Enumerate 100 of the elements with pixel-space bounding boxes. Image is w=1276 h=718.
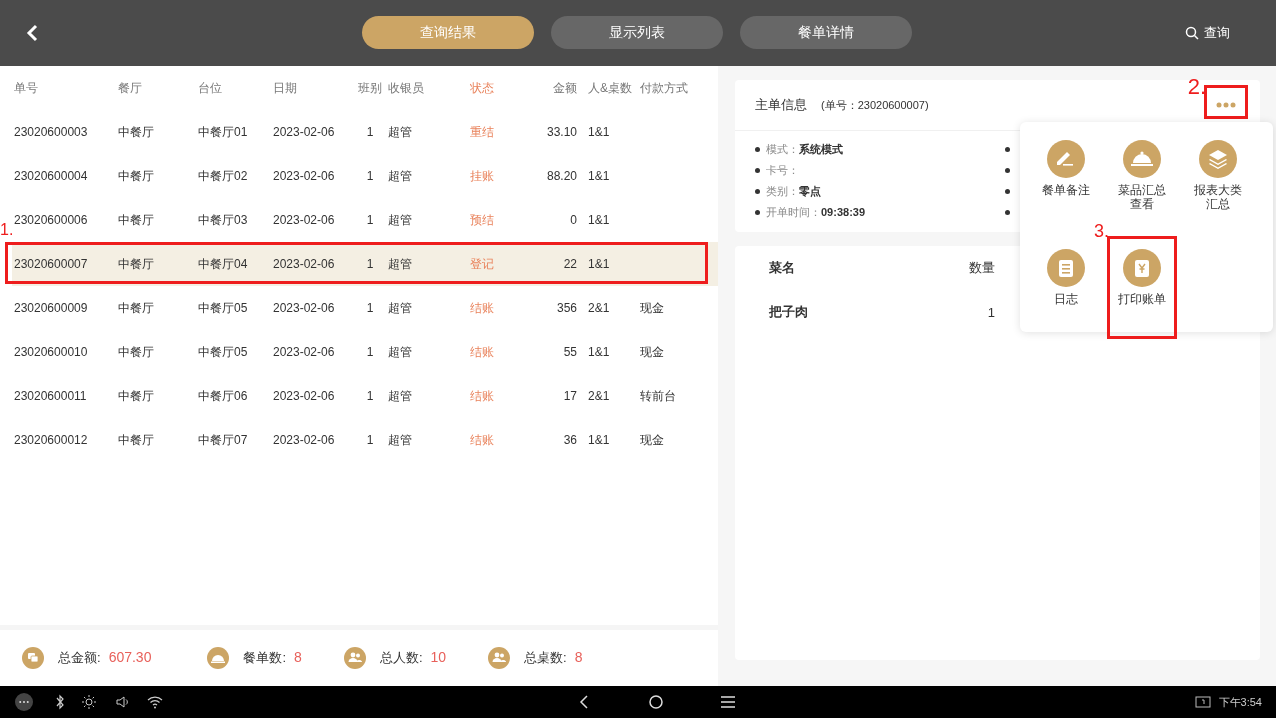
- table-row[interactable]: 23020600012 中餐厅 中餐厅07 2023-02-06 1 超管 结账 36 1&1 现金: [12, 418, 718, 462]
- annotation-number: 3.: [1094, 220, 1109, 242]
- table-cell-text: 23020600011: [14, 389, 88, 403]
- table-cell-text: 1: [365, 257, 375, 271]
- column-header: 人&桌数: [587, 79, 633, 97]
- summary-label: 餐单数: 8: [243, 649, 302, 667]
- table-cell-text: 现金: [640, 343, 665, 361]
- menu-item[interactable]: 打印账单: [1114, 242, 1170, 332]
- table-cell-text: 超管: [388, 299, 413, 317]
- bluetooth-icon[interactable]: [54, 693, 66, 711]
- menu-item[interactable]: 报表大类汇总: [1190, 134, 1246, 237]
- table-cell-text: 中餐厅: [118, 387, 155, 405]
- table-cell-text: 中餐厅06: [198, 387, 249, 405]
- table-cell-text: 结账: [470, 431, 495, 449]
- table-cell-text: 超管: [388, 431, 413, 449]
- summary-icon: [22, 647, 44, 669]
- annotation-number: 1.: [0, 221, 11, 239]
- table-cell-text: 2&1: [587, 389, 611, 403]
- column-header: 菜名: [769, 259, 796, 277]
- table-cell-text: 33.10: [545, 125, 577, 139]
- clock: 下午3:54: [1218, 694, 1262, 710]
- column-header: 付款方式: [640, 79, 689, 97]
- table-cell-text: 中餐厅: [118, 255, 155, 273]
- table-cell-text: 2&1: [587, 301, 611, 315]
- table-cell-text: 55: [562, 345, 577, 359]
- table-cell-text: 挂账: [470, 167, 495, 185]
- table-cell-text: 23020600012: [14, 433, 89, 447]
- pencil-icon: [1047, 140, 1085, 178]
- column-header: 日期: [273, 79, 298, 97]
- list-bullet: [1005, 168, 1010, 173]
- screen-icon[interactable]: [1194, 693, 1211, 711]
- menu-item[interactable]: 餐单备注: [1038, 134, 1094, 237]
- menu-item[interactable]: 日志: [1038, 242, 1094, 332]
- table-cell-text: 中餐厅: [118, 123, 155, 141]
- column-header: 台位: [198, 79, 223, 97]
- table-cell-text: 2023-02-06: [273, 433, 336, 447]
- table-cell-text: 中餐厅05: [198, 343, 249, 361]
- table-cell-text: 登记: [470, 255, 495, 273]
- more-icon[interactable]: [12, 693, 36, 711]
- table-cell-text: 1: [365, 301, 375, 315]
- annotation-number: 2.: [1187, 74, 1206, 100]
- table-cell-text: 2023-02-06: [273, 169, 336, 183]
- table-cell-text: 中餐厅01: [198, 123, 249, 141]
- list-bullet: [1005, 210, 1010, 215]
- table-cell-text: 转前台: [640, 387, 677, 405]
- table-cell-text: 1&1: [587, 345, 611, 359]
- card-title: 主单信息: [755, 96, 807, 114]
- summary-icon: [488, 647, 511, 669]
- search-button[interactable]: 查询: [1179, 23, 1236, 43]
- table-cell-text: 2023-02-06: [273, 301, 336, 315]
- table-cell-text: 超管: [388, 123, 413, 141]
- table-cell-text: 17: [562, 389, 577, 403]
- table-cell-text: 中餐厅: [118, 167, 155, 185]
- table-cell-text: 23020600007: [14, 257, 89, 271]
- info-field: 卡号：: [766, 163, 799, 178]
- table-cell-text: 0: [569, 213, 577, 227]
- summary-icon: [343, 647, 366, 669]
- table-cell-text: 1: [365, 169, 375, 183]
- table-cell-text: 中餐厅: [118, 211, 155, 229]
- brightness-icon[interactable]: [80, 693, 98, 711]
- table-cell-text: 结账: [470, 299, 495, 317]
- table-cell-text: 中餐厅07: [198, 431, 249, 449]
- table-cell-text: 超管: [388, 255, 413, 273]
- table-cell-text: 36: [562, 433, 577, 447]
- column-header: 状态: [470, 79, 495, 97]
- home-icon[interactable]: [647, 693, 665, 711]
- table-cell-text: 1: [365, 125, 375, 139]
- table-row[interactable]: 23020600004 中餐厅 中餐厅02 2023-02-06 1 超管 挂账 88.20 1&1: [12, 154, 718, 198]
- search-icon: [1185, 26, 1199, 40]
- table-cell-text: 1: [365, 433, 375, 447]
- table-row[interactable]: 23020600011 中餐厅 中餐厅06 2023-02-06 1 超管 结账 17 2&1 转前台: [12, 374, 718, 418]
- table-cell-text: 中餐厅: [118, 343, 155, 361]
- table-cell-text: 356: [555, 301, 577, 315]
- tab[interactable]: 餐单详情: [740, 16, 912, 49]
- list-bullet: [755, 168, 760, 173]
- table-cell-text: 现金: [640, 299, 665, 317]
- table-cell-text: 中餐厅: [118, 299, 155, 317]
- cloche-icon: [1123, 140, 1161, 178]
- table-row[interactable]: 23020600006 中餐厅 中餐厅03 2023-02-06 1 超管 预结 0 1&1: [12, 198, 718, 242]
- table-row[interactable]: 23020600009 中餐厅 中餐厅05 2023-02-06 1 超管 结账 356 2&1 现金: [12, 286, 718, 330]
- table-cell-text: 1&1: [587, 433, 611, 447]
- list-bullet: [1005, 147, 1010, 152]
- table-cell-text: 22: [562, 257, 577, 271]
- table-cell-text: 23020600009: [14, 301, 89, 315]
- table-row[interactable]: 23020600003 中餐厅 中餐厅01 2023-02-06 1 超管 重结 33.10 1&1: [12, 110, 718, 154]
- menu-icon[interactable]: [719, 693, 737, 711]
- document-icon: [1047, 248, 1085, 287]
- tab[interactable]: 显示列表: [551, 16, 723, 49]
- table-cell-text: 23020600006: [14, 213, 89, 227]
- list-bullet: [755, 189, 760, 194]
- table-cell-text: 重结: [470, 123, 495, 141]
- menu-item[interactable]: 菜品汇总查看: [1114, 134, 1170, 237]
- table-row[interactable]: 23020600010 中餐厅 中餐厅05 2023-02-06 1 超管 结账 55 1&1 现金: [12, 330, 718, 374]
- table-cell-text: 中餐厅: [118, 431, 155, 449]
- table-cell-text: 中餐厅02: [198, 167, 249, 185]
- list-bullet: [755, 210, 760, 215]
- table-cell-text: 1: [365, 213, 375, 227]
- summary-label: 总金额: 607.30: [58, 649, 152, 667]
- summary-icon: [207, 647, 230, 669]
- bill-icon: [1123, 248, 1161, 287]
